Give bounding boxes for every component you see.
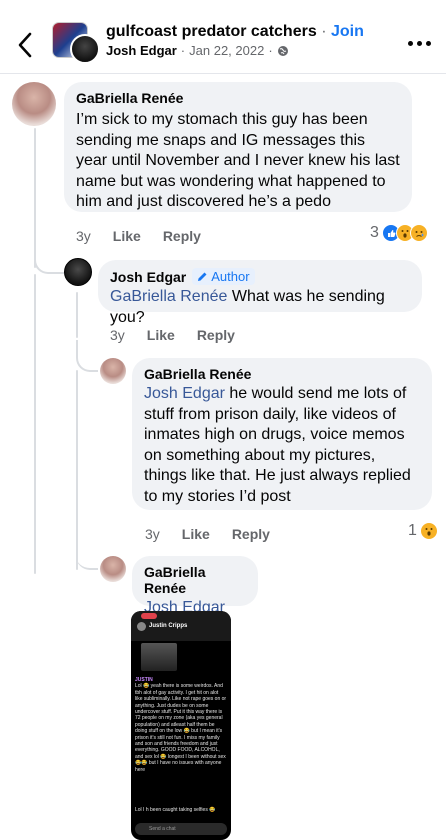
group-name[interactable]: gulfcoast predator catchers xyxy=(106,23,317,40)
meta-separator: · xyxy=(268,43,273,58)
dot-icon xyxy=(408,40,413,46)
author-avatar xyxy=(70,34,100,64)
thread-connector xyxy=(76,370,98,570)
like-button[interactable]: Like xyxy=(182,526,210,542)
commenter-name-text[interactable]: Josh Edgar xyxy=(110,269,186,285)
globe-icon xyxy=(277,45,288,56)
reaction-count: 3 xyxy=(370,224,379,241)
thread-line xyxy=(76,370,78,570)
pencil-icon xyxy=(198,272,207,281)
wow-reaction-icon xyxy=(419,522,438,540)
thread-connector xyxy=(76,340,98,372)
commenter-avatar[interactable] xyxy=(100,358,126,384)
meta-separator: · xyxy=(180,43,186,58)
attached-image[interactable]: Justin Cripps JUSTIN Lol 😂 yeah there is… xyxy=(131,611,231,840)
commenter-name[interactable]: GaBriella Renée xyxy=(76,90,400,106)
sent-message: Lol I h been caught taking selfies 😂 xyxy=(135,807,216,813)
like-button[interactable]: Like xyxy=(113,228,141,244)
post-meta-row: Josh Edgar · Jan 22, 2022 · xyxy=(106,43,289,58)
commenter-name-text[interactable]: GaBriella Renée xyxy=(144,564,246,596)
comment-body: he would send me lots of stuff from pris… xyxy=(144,385,411,505)
sad-reaction-icon xyxy=(409,224,428,242)
join-button[interactable]: Join xyxy=(331,23,364,40)
reply-button[interactable]: Reply xyxy=(197,327,235,343)
chat-header: Justin Cripps xyxy=(131,611,231,641)
reply-bubble: GaBriella Renée Josh Edgar xyxy=(132,556,258,616)
group-avatar[interactable] xyxy=(52,22,102,64)
reply-bubble: Josh Edgar Author GaBriella Renée What w… xyxy=(98,260,422,326)
comment-actions: 3y Like Reply xyxy=(110,327,257,343)
commenter-name[interactable]: GaBriella Renée xyxy=(144,564,246,596)
author-badge: Author xyxy=(192,268,255,285)
group-title-row: gulfcoast predator catchers · Join xyxy=(106,23,364,41)
contact-avatar xyxy=(137,622,146,631)
more-options-button[interactable] xyxy=(408,36,434,50)
comment-time[interactable]: 3y xyxy=(76,228,91,244)
commenter-name-text[interactable]: GaBriella Renée xyxy=(144,366,251,382)
post-date[interactable]: Jan 22, 2022 xyxy=(189,43,264,58)
chat-message: JUSTIN Lol 😂 yeah there is some weirdos.… xyxy=(135,677,227,773)
thread-connector xyxy=(34,248,64,274)
dot-icon xyxy=(417,40,422,46)
status-pill xyxy=(141,613,157,619)
commenter-name[interactable]: GaBriella Renée xyxy=(144,366,420,382)
reaction-summary[interactable]: 3 xyxy=(370,224,428,242)
mention-link[interactable]: GaBriella Renée xyxy=(110,288,227,305)
commenter-avatar[interactable] xyxy=(64,258,92,286)
comment-time[interactable]: 3y xyxy=(110,327,125,343)
chevron-left-icon xyxy=(18,32,32,58)
commenter-avatar[interactable] xyxy=(12,82,56,126)
chat-message-text: Lol 😂 yeah there is some weirdos. And tb… xyxy=(135,683,227,773)
commenter-name: Josh Edgar Author xyxy=(110,268,410,285)
comment-actions: 3y Like Reply xyxy=(145,526,292,542)
reply-button[interactable]: Reply xyxy=(163,228,201,244)
comment-bubble: GaBriella Renée I’m sick to my stomach t… xyxy=(64,82,412,212)
back-button[interactable] xyxy=(14,28,38,62)
like-button[interactable]: Like xyxy=(147,327,175,343)
contact-name: Justin Cripps xyxy=(149,623,188,629)
dot-icon xyxy=(426,40,431,46)
comment-actions: 3y Like Reply xyxy=(76,228,223,244)
comment-text: I’m sick to my stomach this guy has been… xyxy=(76,111,400,210)
mention-link[interactable]: Josh Edgar xyxy=(144,385,225,402)
title-separator: · xyxy=(321,23,327,40)
post-author[interactable]: Josh Edgar xyxy=(106,43,177,58)
thread-line xyxy=(34,274,36,574)
author-badge-label: Author xyxy=(211,269,250,284)
commenter-name-text[interactable]: GaBriella Renée xyxy=(76,90,183,106)
shared-photo xyxy=(141,643,177,671)
comment-text: GaBriella Renée What was he sending you? xyxy=(110,287,410,328)
thread-line xyxy=(76,292,78,338)
comment-text: Josh Edgar he would send me lots of stuf… xyxy=(144,384,420,507)
reaction-summary[interactable]: 1 xyxy=(408,522,438,540)
thread-line xyxy=(34,128,36,268)
chat-input: Send a chat xyxy=(135,823,227,835)
reply-button[interactable]: Reply xyxy=(232,526,270,542)
post-header: gulfcoast predator catchers · Join Josh … xyxy=(0,0,446,74)
reply-bubble: GaBriella Renée Josh Edgar he would send… xyxy=(132,358,432,510)
comment-time[interactable]: 3y xyxy=(145,526,160,542)
reaction-count: 1 xyxy=(408,522,417,539)
commenter-avatar[interactable] xyxy=(100,556,126,582)
